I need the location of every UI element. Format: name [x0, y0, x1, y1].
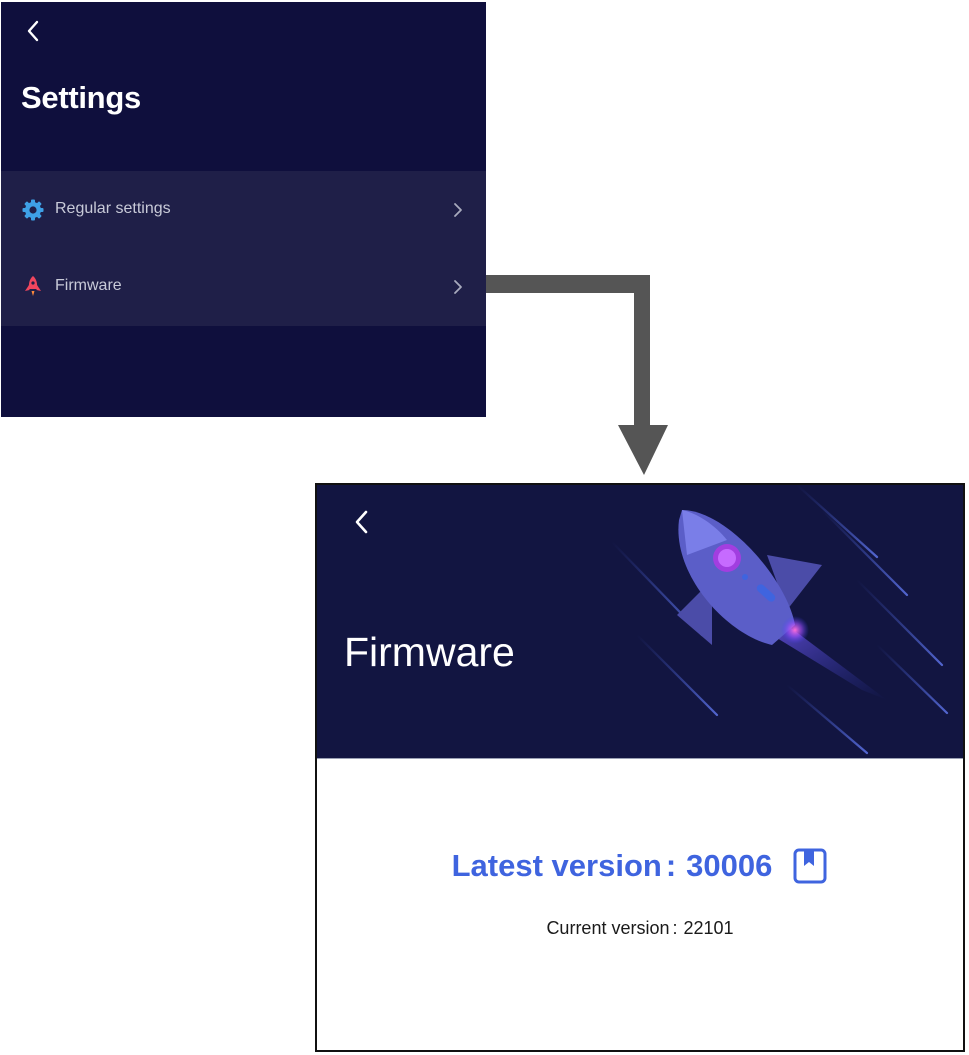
separator: :	[672, 918, 678, 938]
current-version-label: Current version	[546, 918, 670, 938]
gear-icon	[22, 199, 44, 221]
release-notes-icon[interactable]	[792, 847, 828, 885]
current-version-value: 22101	[683, 918, 734, 938]
separator: :	[665, 848, 677, 883]
chevron-right-icon	[454, 280, 462, 294]
settings-menu: Regular settings Firmware	[1, 171, 486, 326]
chevron-right-icon	[454, 203, 462, 217]
page-title: Settings	[21, 80, 141, 115]
latest-version-value: 30006	[686, 848, 773, 883]
firmware-header: Firmware	[317, 485, 963, 759]
menu-item-firmware[interactable]: Firmware	[1, 248, 486, 324]
latest-version-row: Latest version : 30006	[317, 843, 963, 889]
menu-item-regular-settings[interactable]: Regular settings	[1, 171, 486, 247]
back-button[interactable]	[23, 18, 45, 44]
current-version-row: Current version:22101	[317, 918, 963, 939]
back-button[interactable]	[351, 507, 373, 537]
settings-screen: Settings Regular settings Firmware	[1, 2, 486, 417]
rocket-illustration	[610, 485, 949, 755]
latest-version-label: Latest version	[451, 848, 662, 883]
chevron-left-icon	[355, 510, 368, 534]
chevron-left-icon	[27, 20, 39, 42]
page-title: Firmware	[344, 629, 515, 675]
menu-item-label: Firmware	[55, 277, 122, 294]
rocket-icon	[25, 276, 41, 296]
menu-item-label: Regular settings	[55, 200, 171, 217]
firmware-screen: Firmware Latest version : 30006 Current …	[315, 483, 965, 1052]
